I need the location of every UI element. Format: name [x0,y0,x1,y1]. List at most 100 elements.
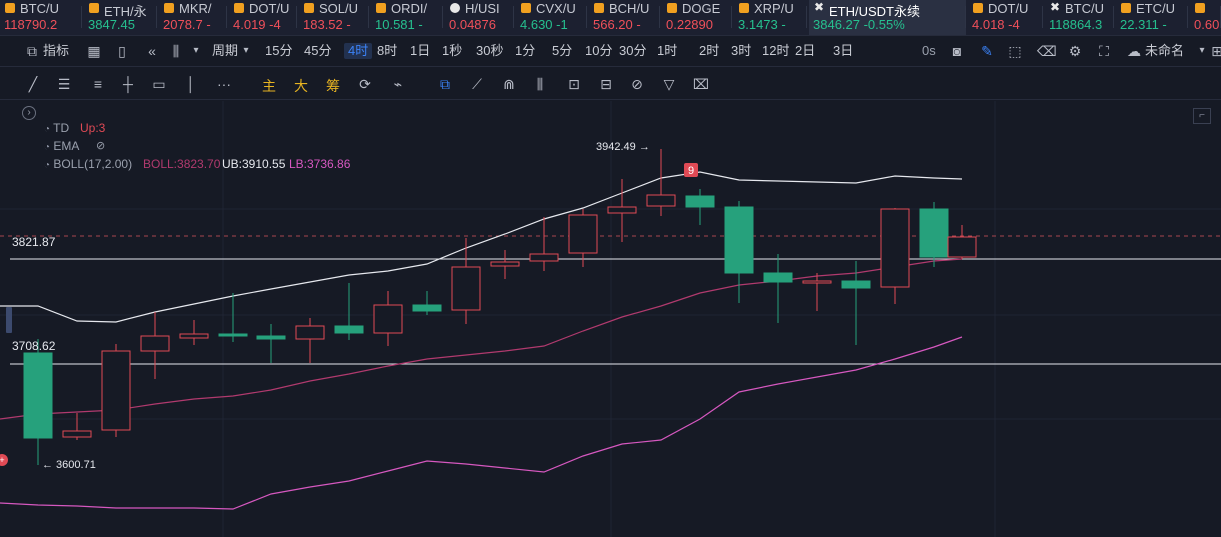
countdown-label: 0s [922,43,936,58]
magnet-icon[interactable]: ⋒ [500,75,518,93]
ticker-item[interactable]: MKR/2078.7 - [159,0,227,35]
add-icon[interactable]: ⊞ [1209,43,1221,59]
interval-button[interactable]: 10分 [585,43,612,59]
ticker-divider [965,6,966,28]
settings-icon[interactable]: ⚙ [1067,43,1083,59]
ticker-divider [442,6,443,28]
chevron-down-icon[interactable]: ▾ [1194,43,1210,59]
interval-button[interactable]: 15分 [265,43,292,59]
line-tool-icon[interactable]: ╱ [24,75,42,93]
ticker-item[interactable]: 0.60 [1190,0,1221,35]
ticker-divider [1042,6,1043,28]
template-icon[interactable]: ⊟ [597,75,615,93]
cloud-icon[interactable]: ☁ [1126,43,1142,59]
ray-icon[interactable]: ┼ [119,75,137,93]
chevron-down-icon[interactable]: ▾ [238,43,254,59]
ticker-item[interactable]: ETH/永 3847.45 [84,0,157,35]
ticker-value: 118864.3 [1049,17,1103,32]
main-label[interactable]: 主 [262,76,276,96]
interval-button[interactable]: 5分 [552,43,572,59]
ticker-item[interactable]: BTC/U 118790.2 [0,0,82,35]
camera-icon[interactable]: ◙ [949,43,965,59]
boll-mid-value: BOLL:3823.70 [143,157,221,171]
pencil-icon[interactable]: ✎ [979,43,995,59]
trash-icon[interactable]: ⌧ [692,75,710,93]
candle-body [412,304,442,312]
candles-icon[interactable]: ⫼ [531,75,549,93]
interval-button[interactable]: 12时 [762,43,789,59]
copy-icon[interactable]: ⧉ [436,75,454,93]
ticker-bar: BTC/U 118790.2 ETH/永 3847.45 MKR/2078.7 - DOT… [0,0,1221,36]
interval-button[interactable]: 1日 [410,43,430,59]
chips-label[interactable]: 筹 [326,76,340,96]
ticker-divider [81,6,82,28]
fullscreen-icon[interactable]: ⛶ [1096,43,1112,59]
collapse-indicators-icon[interactable]: › [22,106,36,120]
ticker-item[interactable]: DOT/U 4.019 -4 [229,0,297,35]
x-cross-icon: ✖ [1050,0,1061,14]
interval-button[interactable]: 3日 [833,43,853,59]
indicator-icon[interactable]: ⧉ [24,43,40,59]
ticker-item[interactable]: DOGE 0.22890 [662,0,732,35]
ticker-item[interactable]: ETC/U 22.311 - [1116,0,1188,35]
interval-button[interactable]: 30秒 [476,43,503,59]
drawing-toolbar: ╱ ☰ ≡ ┼ ▭ │ ··· 主 大 筹 ⟳ ⌁ ⧉ ⟋ ⋒ ⫼ ⊡ ⊟ ⊘ … [0,68,1221,100]
parallel-lines-icon[interactable]: ☰ [55,75,73,93]
td-indicator[interactable]: ◔ TD [44,121,69,135]
lock-icon[interactable]: ⊡ [565,75,583,93]
ticker-item[interactable]: BCH/U 566.20 - [589,0,660,35]
rectangle-icon[interactable]: ▭ [150,75,168,93]
chevron-down-icon[interactable]: ▾ [188,43,204,59]
interval-button[interactable]: 1时 [657,43,677,59]
ticker-item[interactable]: XRP/U 3.1473 - [734,0,807,35]
ticker-symbol: CVX/U [536,1,576,16]
interval-button[interactable]: 1秒 [442,43,462,59]
ema-indicator[interactable]: ◔ EMA [44,139,79,153]
rewind-icon[interactable]: « [144,43,160,59]
eraser-icon[interactable]: ⌫ [1037,43,1057,59]
candle-body [373,304,403,334]
bell-icon: ◔ [44,142,51,153]
interval-button[interactable]: 1分 [515,43,535,59]
horizontal-line-icon[interactable]: ≡ [89,75,107,93]
more-icon[interactable]: ··· [215,75,233,93]
ticker-item[interactable]: CVX/U 4.630 -1 [516,0,587,35]
interval-button[interactable]: 3时 [731,43,751,59]
candle-type-icon[interactable]: ⫼ [168,43,184,59]
calendar-icon[interactable]: ▦ [86,43,102,59]
ruler-icon[interactable]: ⟋ [468,75,486,93]
ticker-item[interactable]: ✖ BTC/U 118864.3 [1045,0,1114,35]
eye-hidden-icon[interactable]: ⊘ [96,139,105,152]
brush-icon[interactable]: ⌁ [389,75,407,93]
expand-icon[interactable]: ⌐ [1193,108,1211,124]
ticker-divider [1113,6,1114,28]
interval-button[interactable]: 30分 [619,43,646,59]
side-handle[interactable] [6,307,12,333]
interval-button[interactable]: 2日 [795,43,815,59]
replay-icon[interactable]: ⟳ [356,75,374,93]
interval-button[interactable]: 8时 [377,43,397,59]
indicator-button[interactable]: 指标 [43,43,69,59]
link-icon[interactable]: ⊘ [628,75,646,93]
orange-square-icon [973,3,983,13]
interval-button[interactable]: 45分 [304,43,331,59]
ticker-item[interactable]: SOL/U 183.52 - [299,0,369,35]
vertical-line-icon[interactable]: │ [182,75,200,93]
ticker-item[interactable]: DOT/U 4.018 -4 [968,0,1043,35]
filter-icon[interactable]: ▽ [660,75,678,93]
layout-icon[interactable]: ▯ [114,43,130,59]
layout-name[interactable]: 未命名 [1145,43,1184,59]
ticker-symbol: SOL/U [319,1,359,16]
boll-indicator[interactable]: ◔ BOLL(17,2.00) [44,157,132,171]
ticker-item[interactable]: ORDI/10.581 - [371,0,443,35]
period-label[interactable]: 周期 [212,43,238,59]
price-chart[interactable]: 9 › ◔ TD Up:3 ◔ EMA ⊘ ◔ BOLL(17,2.00) BO… [0,101,1221,537]
large-label[interactable]: 大 [294,76,308,96]
ticker-item[interactable]: ✖ ETH/USDT永续 3846.27 -0.55% [809,0,966,35]
ticker-item[interactable]: H/USI 0.04876 [445,0,514,35]
interval-button[interactable]: 4时 [344,43,373,59]
interval-button[interactable]: 2时 [699,43,719,59]
candle-body [919,208,949,258]
candle-body [947,236,977,258]
edit-icon[interactable]: ⬚ [1007,43,1023,59]
